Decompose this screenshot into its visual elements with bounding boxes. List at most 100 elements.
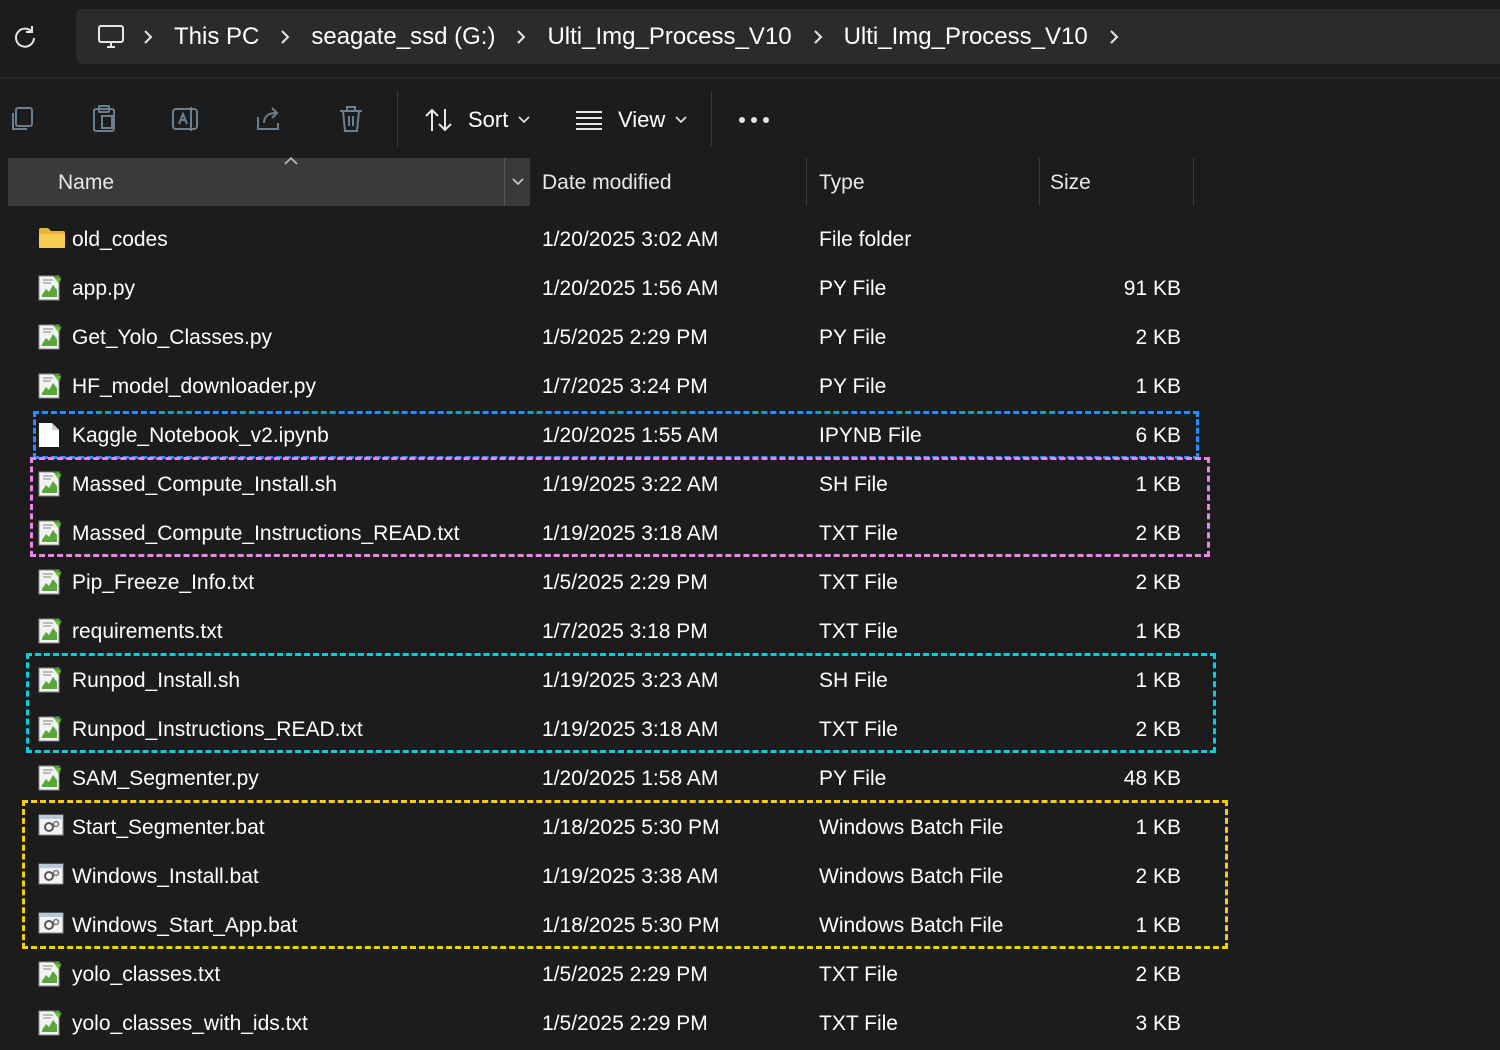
script-file-icon [38, 569, 64, 595]
chevron-down-icon [518, 116, 530, 124]
file-row[interactable]: app.py 1/20/2025 1:56 AM PY File 91 KB [0, 264, 1500, 313]
file-size: 91 KB [1123, 277, 1181, 300]
file-type: Windows Batch File [819, 816, 1004, 839]
file-name: app.py [72, 277, 136, 300]
toolbar-divider [711, 92, 712, 146]
file-type: SH File [819, 473, 888, 496]
file-date-modified: 1/20/2025 3:02 AM [542, 228, 719, 251]
breadcrumb-item-folder[interactable]: Ulti_Img_Process_V10 [543, 23, 795, 51]
file-size: 6 KB [1135, 424, 1181, 447]
file-row[interactable]: HF_model_downloader.py 1/7/2025 3:24 PM PY… [0, 362, 1500, 411]
share-icon[interactable] [251, 101, 287, 137]
script-file-icon [38, 667, 64, 693]
file-row[interactable]: Runpod_Install.sh 1/19/2025 3:23 AM SH Fil… [0, 656, 1500, 705]
file-row[interactable]: Pip_Freeze_Info.txt 1/5/2025 2:29 PM TXT F… [0, 558, 1500, 607]
column-header-name-label: Name [58, 171, 115, 194]
script-file-icon [38, 373, 64, 399]
column-header: Name Date modified Type Size [8, 156, 1500, 206]
view-label: View [618, 107, 666, 132]
column-divider[interactable] [1039, 158, 1040, 206]
file-name: Start_Segmenter.bat [72, 816, 265, 839]
file-size [1040, 215, 1181, 264]
file-row[interactable]: Start_Segmenter.bat 1/18/2025 5:30 PM Wind… [0, 803, 1500, 852]
breadcrumb[interactable]: This PC seagate_ssd (G:) Ulti_Img_Proces… [76, 9, 1500, 64]
file-size: 1 KB [1135, 473, 1181, 496]
column-header-type[interactable]: Type [819, 158, 865, 206]
chevron-right-icon[interactable] [796, 29, 840, 45]
file-name: Get_Yolo_Classes.py [72, 326, 273, 349]
breadcrumb-item-current-folder[interactable]: Ulti_Img_Process_V10 [840, 23, 1092, 51]
chevron-down-icon [675, 116, 687, 124]
more-options-button[interactable] [738, 100, 770, 140]
file-name: Kaggle_Notebook_v2.ipynb [72, 424, 329, 447]
column-divider[interactable] [1193, 158, 1194, 206]
file-row[interactable]: requirements.txt 1/7/2025 3:18 PM TXT File… [0, 607, 1500, 656]
file-name: Windows_Start_App.bat [72, 914, 298, 937]
file-name: yolo_classes_with_ids.txt [72, 1012, 308, 1035]
file-row[interactable]: Massed_Compute_Instructions_READ.txt 1/19… [0, 509, 1500, 558]
file-date-modified: 1/19/2025 3:23 AM [542, 669, 719, 692]
paste-icon[interactable] [86, 101, 122, 137]
sort-icon [425, 108, 452, 132]
file-date-modified: 1/7/2025 3:24 PM [542, 375, 708, 398]
column-divider[interactable] [806, 158, 807, 206]
copy-icon[interactable] [4, 101, 40, 137]
file-name: Pip_Freeze_Info.txt [72, 571, 255, 594]
file-type: TXT File [819, 522, 898, 545]
script-file-icon [38, 520, 64, 546]
file-name: yolo_classes.txt [72, 963, 221, 986]
file-row[interactable]: SAM_Segmenter.py 1/20/2025 1:58 AM PY File… [0, 754, 1500, 803]
chevron-right-icon[interactable] [1092, 29, 1136, 45]
toolbar-divider [397, 92, 398, 146]
file-date-modified: 1/5/2025 2:29 PM [542, 1012, 708, 1035]
chevron-down-icon[interactable] [504, 158, 530, 206]
file-row[interactable]: yolo_classes.txt 1/5/2025 2:29 PM TXT File… [0, 950, 1500, 999]
refresh-icon[interactable] [8, 20, 42, 54]
chevron-right-icon[interactable] [126, 29, 170, 45]
computer-icon[interactable] [96, 22, 126, 52]
delete-icon[interactable] [333, 101, 369, 137]
script-file-icon [38, 716, 64, 742]
file-size: 2 KB [1135, 963, 1181, 986]
script-file-icon [38, 324, 64, 350]
file-row[interactable]: Windows_Start_App.bat 1/18/2025 5:30 PM Wi… [0, 901, 1500, 950]
file-size: 1 KB [1135, 375, 1181, 398]
file-type: SH File [819, 669, 888, 692]
file-row[interactable]: yolo_classes_with_ids.txt 1/5/2025 2:29 P… [0, 999, 1500, 1048]
column-header-name[interactable]: Name [8, 156, 530, 206]
file-date-modified: 1/20/2025 1:58 AM [542, 767, 719, 790]
file-type: PY File [819, 277, 887, 300]
rename-icon[interactable] [168, 101, 204, 137]
file-date-modified: 1/20/2025 1:56 AM [542, 277, 719, 300]
address-bar-area: This PC seagate_ssd (G:) Ulti_Img_Proces… [0, 0, 1500, 78]
batch-file-icon [38, 863, 64, 889]
file-size: 48 KB [1123, 767, 1181, 790]
file-date-modified: 1/18/2025 5:30 PM [542, 914, 720, 937]
file-row[interactable]: Runpod_Instructions_READ.txt 1/19/2025 3:… [0, 705, 1500, 754]
file-size: 2 KB [1135, 522, 1181, 545]
file-date-modified: 1/5/2025 2:29 PM [542, 571, 708, 594]
file-row[interactable]: Get_Yolo_Classes.py 1/5/2025 2:29 PM PY Fi… [0, 313, 1500, 362]
script-file-icon [38, 471, 64, 497]
sort-button[interactable]: Sort [424, 100, 530, 140]
breadcrumb-item-drive[interactable]: seagate_ssd (G:) [307, 23, 499, 51]
file-row[interactable]: old_codes 1/20/2025 3:02 AM File folder [0, 215, 1500, 264]
file-date-modified: 1/19/2025 3:18 AM [542, 522, 719, 545]
file-row[interactable]: Massed_Compute_Install.sh 1/19/2025 3:22 … [0, 460, 1500, 509]
view-button[interactable]: View [574, 100, 687, 140]
file-row[interactable]: Windows_Install.bat 1/19/2025 3:38 AM Wind… [0, 852, 1500, 901]
file-row[interactable]: Kaggle_Notebook_v2.ipynb 1/20/2025 1:55 A… [0, 411, 1500, 460]
file-size: 2 KB [1135, 718, 1181, 741]
blank-file-icon [38, 422, 64, 448]
view-list-icon [576, 111, 602, 130]
file-name: Runpod_Install.sh [72, 669, 241, 692]
file-type: File folder [819, 228, 912, 251]
chevron-right-icon[interactable] [263, 29, 307, 45]
breadcrumb-item-this-pc[interactable]: This PC [170, 23, 263, 51]
column-header-date[interactable]: Date modified [542, 158, 672, 206]
column-header-size[interactable]: Size [1050, 158, 1091, 206]
batch-file-icon [38, 814, 64, 840]
file-type: PY File [819, 767, 887, 790]
chevron-right-icon[interactable] [499, 29, 543, 45]
script-file-icon [38, 275, 64, 301]
